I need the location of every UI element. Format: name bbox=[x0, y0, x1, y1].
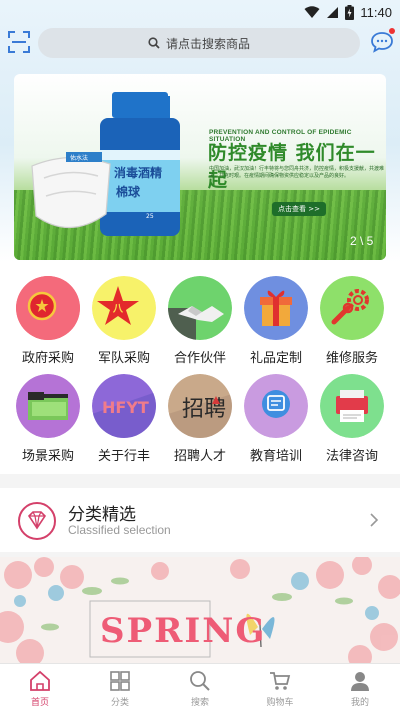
home-icon bbox=[30, 670, 50, 691]
grid-icon bbox=[110, 671, 130, 691]
chevron-right-icon bbox=[370, 513, 379, 527]
bottom-tab-bar: 首页 分类 搜索 购物车 我的 bbox=[0, 663, 400, 711]
classified-selection-row[interactable]: 分类精选 Classified selection bbox=[0, 488, 400, 552]
banner-title-cn: 防控疫情 我们在一起 bbox=[208, 142, 376, 191]
header: 请点击搜索商品 bbox=[0, 26, 400, 60]
bottle-label-1: 消毒酒精 bbox=[114, 165, 162, 180]
search-placeholder: 请点击搜索商品 bbox=[165, 36, 250, 51]
spring-text: SPRING bbox=[100, 611, 267, 651]
national-emblem-icon bbox=[16, 276, 80, 340]
category-grid: 政府采购 八 军队采购 合作伙伴 礼品定制 维修服务 场景采购 HFYT 关于行… bbox=[0, 262, 400, 474]
svg-text:八: 八 bbox=[112, 303, 124, 315]
home-screen: 11:40 请点击搜索商品 消毒酒精 棉球 25 佑水法 PREVENTION … bbox=[0, 0, 400, 711]
tab-label: 购物车 bbox=[266, 698, 294, 708]
handshake-icon bbox=[168, 276, 232, 340]
message-badge-dot bbox=[389, 28, 395, 34]
tab-label: 分类 bbox=[110, 698, 129, 708]
category-label: 法律咨询 bbox=[325, 449, 378, 464]
status-icons: 11:40 bbox=[304, 3, 392, 21]
search-bar[interactable]: 请点击搜索商品 bbox=[38, 28, 360, 58]
category-gift-custom[interactable]: 礼品定制 bbox=[238, 262, 314, 366]
search-icon bbox=[190, 671, 210, 691]
mask-label: 佑水法 bbox=[70, 154, 88, 162]
wifi-icon bbox=[304, 5, 320, 18]
category-label: 教育培训 bbox=[249, 449, 302, 464]
status-time: 11:40 bbox=[360, 4, 392, 20]
wrench-gear-icon bbox=[320, 276, 384, 340]
tab-label: 我的 bbox=[350, 698, 369, 708]
category-scene-purchase[interactable]: 场景采购 bbox=[10, 360, 86, 464]
tab-category[interactable]: 分类 bbox=[80, 664, 160, 711]
category-about-hf[interactable]: HFYT 关于行丰 bbox=[86, 360, 162, 464]
banner-body-text: 中国加油，武汉加油！行丰特将与您同舟共济，防控疫情，积极支援献，共渡难关，共克时… bbox=[209, 166, 385, 179]
face-mask-image: 佑水法 bbox=[31, 152, 111, 229]
battery-charging-icon bbox=[345, 4, 355, 20]
hfyt-logo-text: HFYT bbox=[102, 398, 149, 417]
tab-home[interactable]: 首页 bbox=[0, 664, 80, 711]
banner-page-indicator: 2 \ 5 bbox=[350, 234, 374, 248]
spring-banner[interactable]: SPRING bbox=[0, 557, 400, 663]
category-government-purchase[interactable]: 政府采购 bbox=[10, 262, 86, 366]
bottle-label-3: 25 bbox=[146, 213, 154, 220]
classified-title: 分类精选 bbox=[68, 505, 136, 525]
promo-banner[interactable]: 消毒酒精 棉球 25 佑水法 PREVENTION AND CONTROL OF… bbox=[14, 74, 386, 260]
tab-label: 首页 bbox=[30, 698, 49, 708]
category-partners[interactable]: 合作伙伴 bbox=[162, 262, 238, 366]
tab-cart[interactable]: 购物车 bbox=[240, 664, 320, 711]
scan-icon[interactable] bbox=[8, 31, 30, 53]
status-bar: 11:40 bbox=[0, 0, 400, 24]
cart-icon bbox=[270, 672, 291, 690]
recruit-icon: 招聘 bbox=[168, 374, 232, 438]
category-label: 场景采购 bbox=[21, 449, 74, 464]
recruit-logo-text: 招聘 bbox=[182, 397, 226, 422]
tab-search[interactable]: 搜索 bbox=[160, 664, 240, 711]
category-repair-service[interactable]: 维修服务 bbox=[314, 262, 390, 366]
banner-view-button[interactable]: 点击查看 >> bbox=[272, 202, 326, 216]
category-education-training[interactable]: 教育培训 bbox=[238, 360, 314, 464]
education-chat-icon bbox=[244, 374, 308, 438]
hfyt-logo-icon: HFYT bbox=[92, 374, 156, 438]
tab-mine[interactable]: 我的 bbox=[320, 664, 400, 711]
search-icon bbox=[148, 37, 160, 49]
category-label: 招聘人才 bbox=[173, 449, 226, 464]
army-star-icon: 八 bbox=[92, 276, 156, 340]
gift-icon bbox=[244, 276, 308, 340]
user-icon bbox=[351, 672, 369, 691]
scene-folder-icon bbox=[16, 374, 80, 438]
classified-subtitle: Classified selection bbox=[68, 523, 171, 537]
diamond-icon bbox=[18, 502, 56, 540]
signal-icon bbox=[327, 6, 339, 18]
tab-label: 搜索 bbox=[190, 698, 209, 708]
printer-icon bbox=[320, 374, 384, 438]
category-army-purchase[interactable]: 八 军队采购 bbox=[86, 262, 162, 366]
category-legal-consulting[interactable]: 法律咨询 bbox=[314, 360, 390, 464]
category-label: 关于行丰 bbox=[97, 449, 150, 464]
category-recruitment[interactable]: 招聘 招聘人才 bbox=[162, 360, 238, 464]
bottle-label-2: 棉球 bbox=[116, 184, 141, 199]
